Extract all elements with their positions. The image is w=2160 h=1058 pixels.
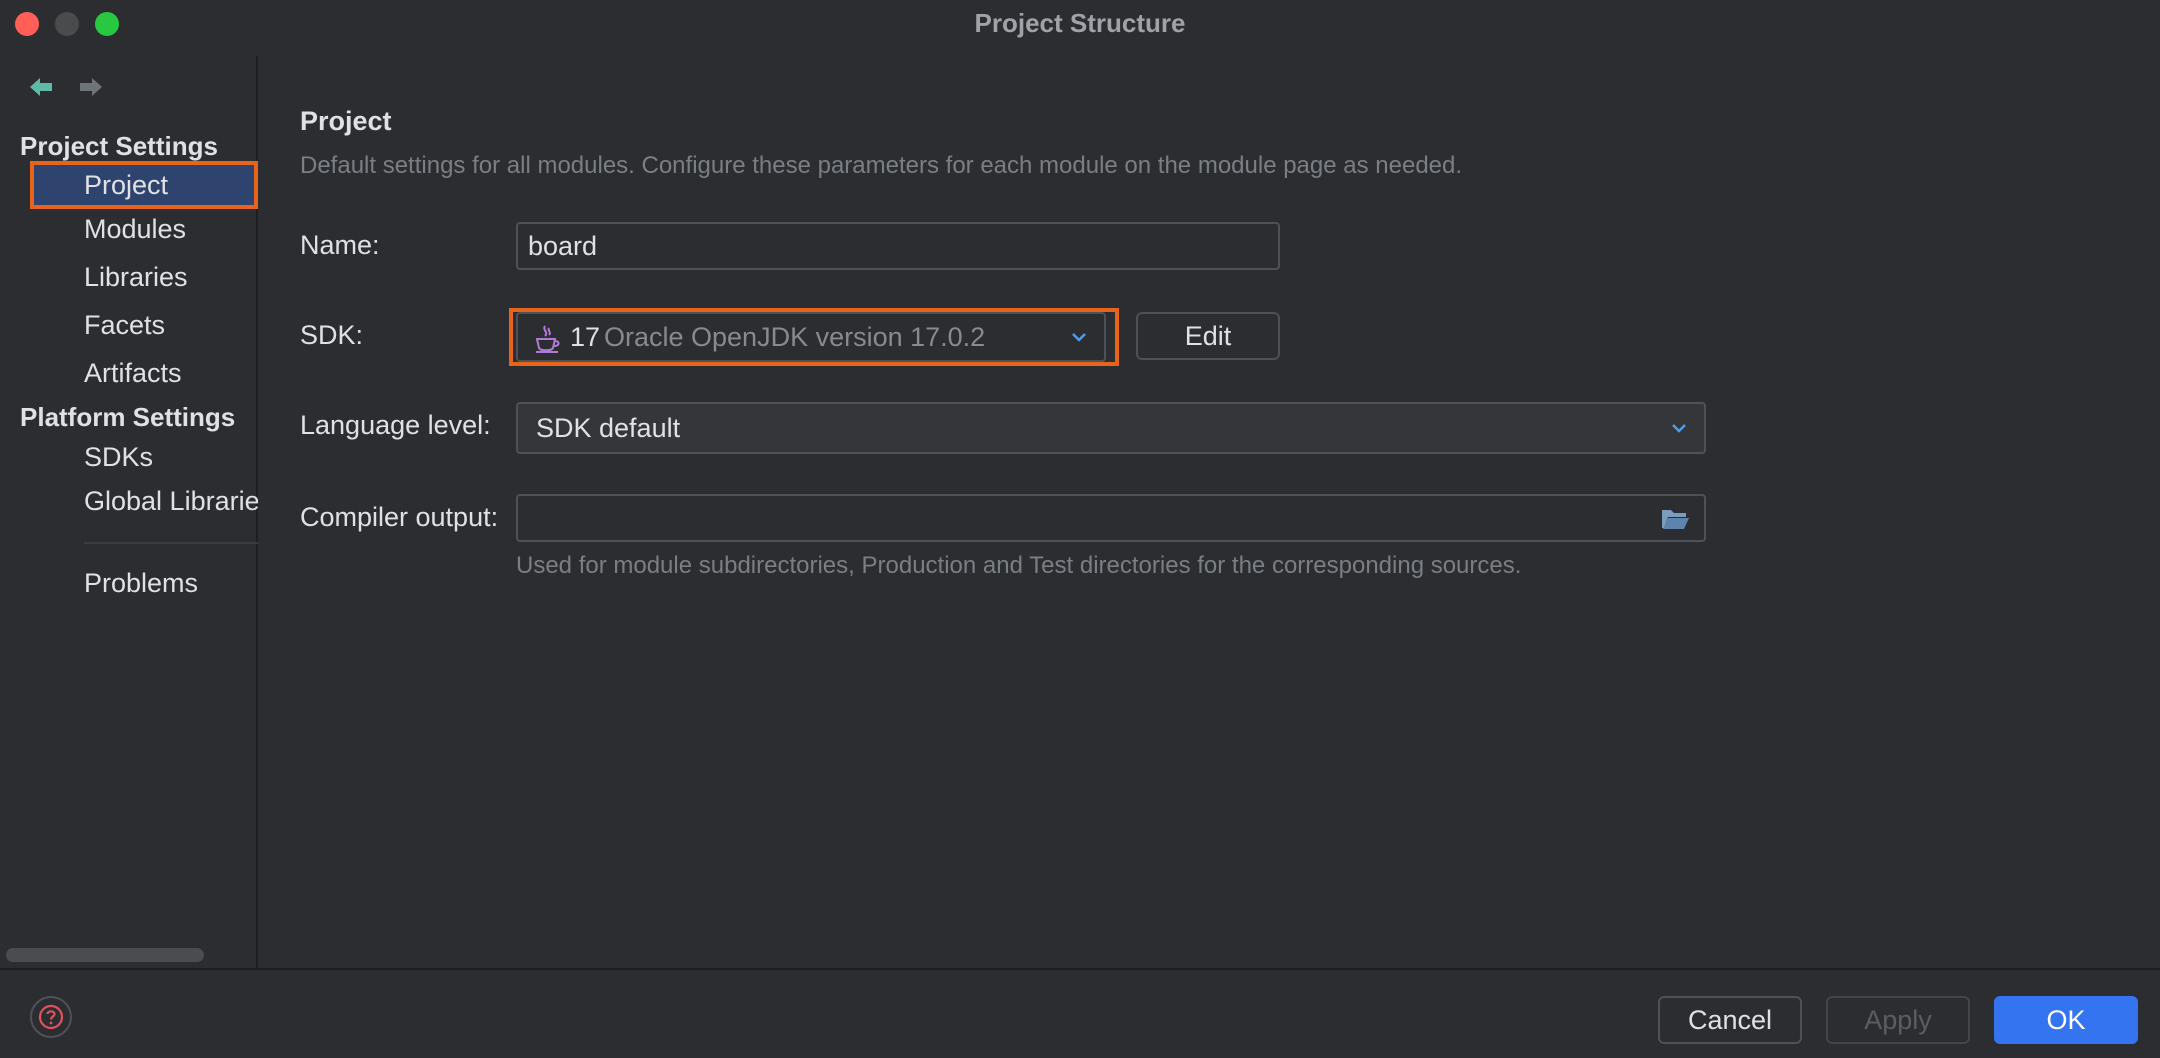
sidebar-item-sdks[interactable]: SDKs xyxy=(84,442,153,473)
sidebar-item-facets[interactable]: Facets xyxy=(84,310,165,341)
compiler-output-label: Compiler output: xyxy=(300,502,499,532)
sidebar-item-modules[interactable]: Modules xyxy=(84,214,186,245)
sidebar-item-global-libraries[interactable]: Global Librarie xyxy=(84,486,258,517)
page-title: Project xyxy=(300,106,392,136)
window-title: Project Structure xyxy=(974,8,1186,38)
java-cup-icon xyxy=(535,325,560,353)
dialog-footer: Cancel Apply OK xyxy=(0,968,2160,1058)
edit-sdk-button[interactable]: Edit xyxy=(1136,312,1280,360)
name-label: Name: xyxy=(300,230,380,260)
sidebar-divider xyxy=(84,542,258,544)
forward-arrow-icon[interactable] xyxy=(76,72,106,102)
cancel-button[interactable]: Cancel xyxy=(1658,996,1802,1044)
project-structure-dialog: Project Structure Project Settings Proje… xyxy=(0,0,2160,1058)
horizontal-scrollbar[interactable] xyxy=(6,948,204,962)
sidebar-item-problems[interactable]: Problems xyxy=(84,568,198,599)
sdk-dropdown[interactable]: 17 Oracle OpenJDK version 17.0.2 xyxy=(516,312,1106,362)
apply-button[interactable]: Apply xyxy=(1826,996,1970,1044)
title-bar: Project Structure xyxy=(0,0,2160,46)
main-panel: Project Default settings for all modules… xyxy=(260,56,2160,968)
chevron-down-icon xyxy=(1672,424,1686,433)
sidebar-item-libraries[interactable]: Libraries xyxy=(84,262,188,293)
sidebar-item-artifacts[interactable]: Artifacts xyxy=(84,358,182,389)
name-field[interactable]: board xyxy=(516,222,1280,270)
platform-settings-header: Platform Settings xyxy=(20,402,236,432)
sidebar: Project Settings Project Modules Librari… xyxy=(0,56,258,968)
compiler-output-hint: Used for module subdirectories, Producti… xyxy=(516,552,1522,579)
sdk-name: Oracle OpenJDK version 17.0.2 xyxy=(604,321,986,352)
page-description: Default settings for all modules. Config… xyxy=(300,152,1463,179)
sdk-label: SDK: xyxy=(300,320,364,350)
language-level-dropdown[interactable]: SDK default xyxy=(516,402,1706,454)
sdk-version: 17 xyxy=(570,321,601,352)
project-settings-header: Project Settings xyxy=(20,131,218,161)
sidebar-item-project[interactable]: Project xyxy=(84,170,168,201)
help-button[interactable] xyxy=(30,996,72,1038)
folder-icon[interactable] xyxy=(1660,506,1690,532)
back-arrow-icon[interactable] xyxy=(26,72,56,102)
ok-button[interactable]: OK xyxy=(1994,996,2138,1044)
language-level-value: SDK default xyxy=(536,412,681,443)
chevron-down-icon xyxy=(1072,333,1086,342)
name-field-value: board xyxy=(528,230,598,261)
compiler-output-field[interactable] xyxy=(516,494,1706,542)
language-level-label: Language level: xyxy=(300,410,491,440)
help-icon xyxy=(38,1004,64,1030)
